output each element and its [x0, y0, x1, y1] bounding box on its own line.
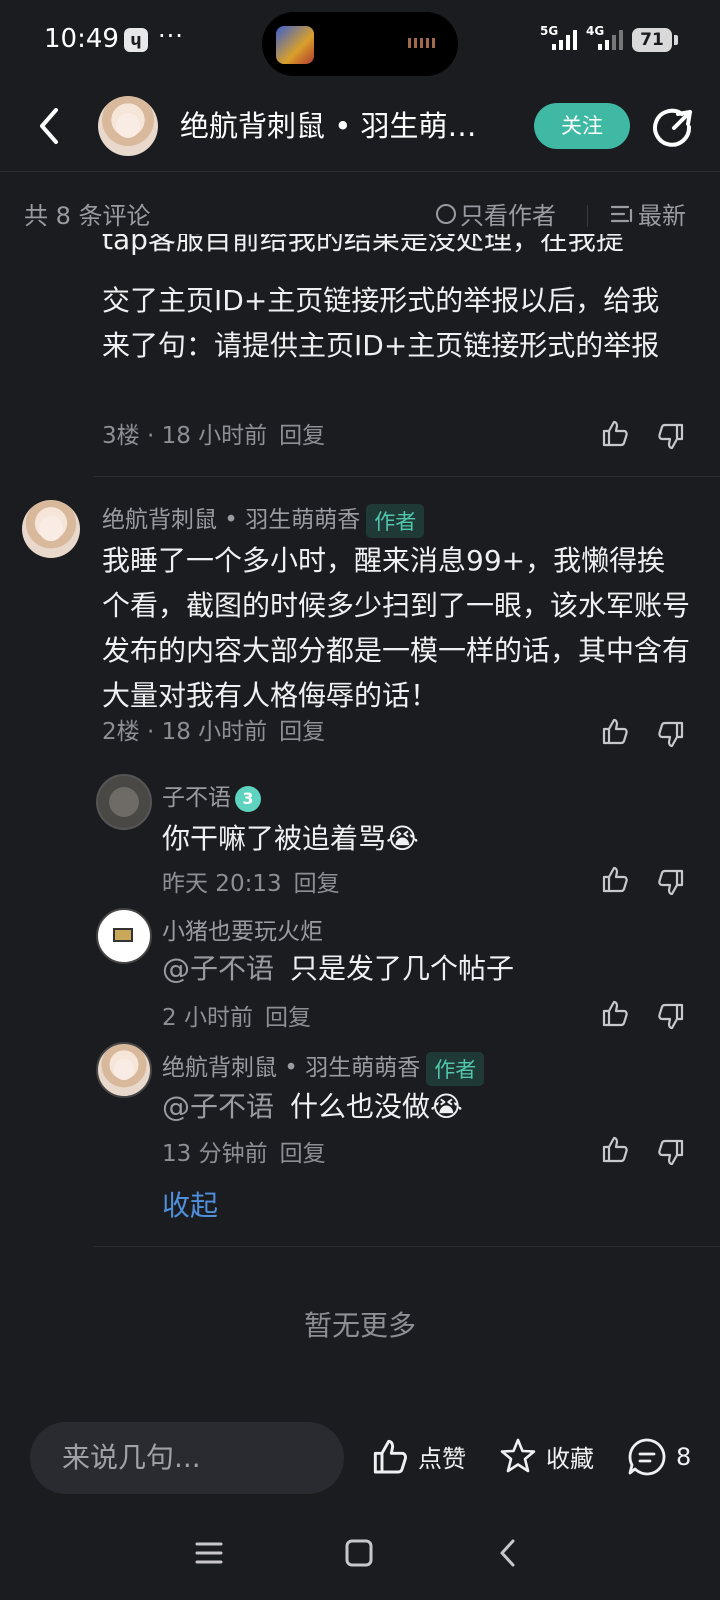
like-icon[interactable] [600, 716, 630, 746]
comment-3-meta: 3楼 · 18 小时前 回复 [102, 423, 326, 449]
header-divider [0, 171, 720, 172]
more-notifications-icon: ··· [158, 22, 184, 50]
comment-bubble-icon [628, 1438, 666, 1476]
audio-bars-icon [408, 38, 440, 48]
sort-button[interactable]: 最新 [610, 196, 686, 231]
status-time: 10:49 [44, 24, 119, 54]
home-icon[interactable] [344, 1538, 374, 1568]
reply-2-meta: 2 小时前 回复 [162, 998, 311, 1032]
mention-link[interactable]: @子不语 [162, 1090, 274, 1123]
author-badge: 作者 [366, 503, 425, 538]
timestamp: 13 分钟前 [162, 1141, 268, 1167]
dislike-icon[interactable] [656, 1138, 686, 1168]
comment-divider [94, 476, 720, 477]
collapse-replies-button[interactable]: 收起 [162, 1184, 218, 1224]
partial-comment-text: tap客服目前给我的结果是没处理，在我提 [102, 234, 624, 256]
partial-comment-line: tap客服目前给我的结果是没处理，在我提 [0, 234, 720, 262]
dislike-icon[interactable] [656, 1002, 686, 1032]
mention-link[interactable]: @子不语 [162, 952, 274, 985]
username[interactable]: 小猪也要玩火炬 [162, 912, 323, 946]
filter-divider [587, 205, 588, 227]
thumbs-up-icon [373, 1439, 407, 1474]
comment-2-text: 我睡了一个多小时，醒来消息99+，我懒得挨个看，截图的时候多少扫到了一眼，该水军… [102, 544, 691, 712]
signal-icon-2 [598, 30, 623, 50]
sort-icon [610, 205, 633, 222]
username[interactable]: 子不语 [162, 785, 231, 811]
reply-1-meta: 昨天 20:13 回复 [162, 864, 340, 898]
share-button[interactable] [652, 106, 694, 148]
like-label: 点赞 [418, 1444, 466, 1473]
reply-button[interactable]: 回复 [279, 423, 325, 449]
comment-count: 共 8 条评论 [24, 202, 151, 230]
reply-button[interactable]: 回复 [280, 1141, 326, 1167]
sort-label: 最新 [638, 202, 686, 230]
post-author-title[interactable]: 绝航背刺鼠 • 羽生萌萌香 [180, 104, 496, 148]
timestamp: 昨天 20:13 [162, 871, 282, 897]
reply-3-text: 什么也没做😭 [290, 1090, 463, 1123]
reply-button[interactable]: 回复 [279, 719, 325, 745]
favorite-label: 收藏 [546, 1444, 594, 1473]
dislike-icon[interactable] [656, 720, 686, 750]
reply-3-meta: 13 分钟前 回复 [162, 1134, 326, 1168]
author-avatar[interactable] [98, 96, 158, 156]
back-button[interactable] [30, 104, 70, 148]
reply-avatar[interactable] [96, 1042, 152, 1098]
reply-2-text-row: @子不语 只是发了几个帖子 [162, 946, 514, 991]
menu-icon[interactable] [194, 1538, 224, 1568]
reply-3-text-row: @子不语 什么也没做😭 [162, 1084, 463, 1129]
author-only-toggle[interactable]: 只看作者 [436, 196, 556, 231]
comments-button[interactable]: 8 [626, 1436, 691, 1478]
app-notification-icon: ɥ [124, 28, 148, 52]
commenter-avatar[interactable] [22, 500, 80, 558]
dislike-icon[interactable] [656, 422, 686, 452]
signal-icon-1 [552, 30, 577, 50]
level-badge: 3 [235, 785, 261, 812]
reply-1-text: 你干嘛了被追着骂😭 [162, 822, 419, 855]
author-only-label: 只看作者 [460, 202, 556, 230]
reply-button[interactable]: 回复 [294, 871, 340, 897]
no-more-label: 暂无更多 [303, 1309, 416, 1342]
radio-icon [436, 203, 456, 224]
reply-avatar[interactable] [96, 774, 152, 830]
comment-2-username-row: 绝航背刺鼠 • 羽生萌萌香 作者 [102, 500, 425, 538]
username[interactable]: 绝航背刺鼠 • 羽生萌萌香 [102, 507, 360, 533]
timestamp: 2 小时前 [162, 1005, 253, 1031]
game-app-icon[interactable] [276, 26, 314, 64]
battery-icon: 71 [632, 28, 672, 52]
like-icon[interactable] [600, 998, 630, 1028]
avatar-image [113, 928, 133, 942]
reply-1-username-row: 子不语 3 [162, 778, 261, 812]
chevron-left-icon [40, 108, 58, 144]
comment-divider [94, 1246, 720, 1247]
favorite-button[interactable]: 收藏 [498, 1436, 594, 1476]
comment-input[interactable]: 来说几句... [30, 1422, 344, 1494]
reply-2-text: 只是发了几个帖子 [290, 952, 515, 985]
floor-label: 2楼 [102, 719, 140, 745]
floor-label: 3楼 [102, 423, 140, 449]
timestamp: 18 小时前 [161, 423, 268, 449]
reply-avatar[interactable] [96, 908, 152, 964]
comment-count-badge: 8 [676, 1443, 692, 1471]
timestamp: 18 小时前 [161, 719, 268, 745]
like-post-button[interactable]: 点赞 [370, 1436, 466, 1476]
follow-button[interactable]: 关注 [534, 103, 630, 149]
comment-3-text: 交了主页ID+主页链接形式的举报以后，给我来了句：请提供主页ID+主页链接形式的… [102, 284, 660, 362]
reply-button[interactable]: 回复 [265, 1005, 311, 1031]
back-nav-icon[interactable] [494, 1538, 524, 1568]
comment-2-meta: 2楼 · 18 小时前 回复 [102, 719, 326, 745]
dislike-icon[interactable] [656, 868, 686, 898]
like-icon[interactable] [600, 418, 630, 448]
battery-tip [674, 35, 678, 45]
share-icon [653, 108, 692, 147]
like-icon[interactable] [600, 1134, 630, 1164]
author-badge: 作者 [426, 1051, 485, 1086]
reply-3-username-row: 绝航背刺鼠 • 羽生萌萌香 作者 [162, 1048, 485, 1086]
username[interactable]: 绝航背刺鼠 • 羽生萌萌香 [162, 1055, 420, 1081]
star-icon [500, 1438, 536, 1473]
like-icon[interactable] [600, 864, 630, 894]
